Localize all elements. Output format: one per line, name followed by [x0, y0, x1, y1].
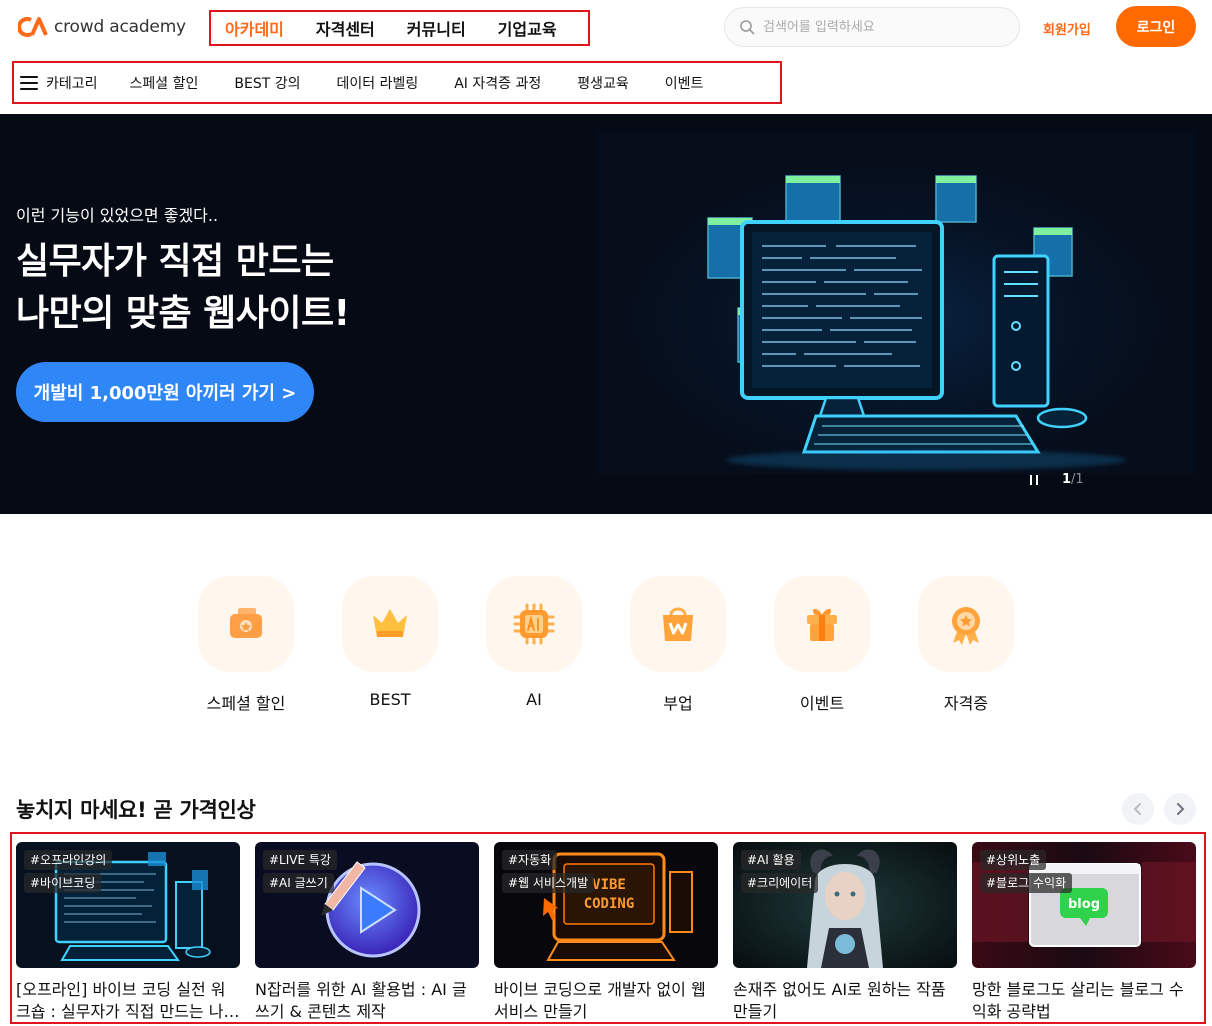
vibe-coding-text-2: CODING — [584, 896, 635, 912]
quick-menu-label: 부업 — [663, 694, 693, 713]
special-sale-icon — [230, 608, 262, 638]
crown-icon — [373, 609, 407, 637]
course-thumbnail: #LIVE 특강 #AI 글쓰기 — [255, 842, 479, 968]
search-icon — [740, 20, 755, 35]
category-menu-button[interactable]: 카테고리 — [20, 73, 98, 93]
course-card[interactable]: #LIVE 특강 #AI 글쓰기 N잡러를 위한 AI 활용법 : AI 글쓰기… — [255, 842, 479, 1023]
main-nav-community[interactable]: 커뮤니티 — [407, 16, 466, 40]
hero-title: 실무자가 직접 만드는 나만의 맞춤 웹사이트! — [16, 236, 350, 340]
course-tag: #LIVE 특강 — [263, 850, 337, 870]
course-card[interactable]: blog #상위노출 #블로그 수익화 망한 블로그도 살리는 블로그 수익화 … — [972, 842, 1196, 1023]
gift-icon — [807, 608, 837, 641]
course-thumbnail: #AI 활용 #크리에이터 — [733, 842, 957, 968]
course-card[interactable]: #AI 활용 #크리에이터 손재주 없어도 AI로 원하는 작품만들기 — [733, 842, 957, 1023]
quick-icon-wrap — [918, 576, 1014, 672]
course-tag: #웹 서비스개발 — [502, 873, 595, 893]
site-header: crowd academy 아카데미 자격센터 커뮤니티 기업교육 회원가입 로… — [0, 0, 1212, 114]
hamburger-icon — [20, 75, 38, 90]
badge-icon — [952, 607, 980, 645]
course-thumbnail: blog #상위노출 #블로그 수익화 — [972, 842, 1196, 968]
quick-menu-label: 이벤트 — [799, 694, 845, 713]
sub-nav-lifelong-education[interactable]: 평생교육 — [577, 73, 629, 93]
vibe-coding-text-1: VIBE — [592, 877, 626, 893]
chevron-right-icon — [1177, 803, 1185, 815]
quick-menu-label: 자격증 — [943, 694, 989, 713]
hero-computer-illustration — [596, 130, 1196, 474]
logo-text: crowd academy — [54, 17, 186, 37]
course-thumbnail: #오프라인강의 #바이브코딩 — [16, 842, 240, 968]
course-tag: #블로그 수익화 — [980, 873, 1073, 893]
hero-cta-button[interactable]: 개발비 1,000만원 아끼러 가기 > — [16, 362, 314, 422]
main-nav: 아카데미 자격센터 커뮤니티 기업교육 — [209, 10, 590, 46]
hero-pager-total: /1 — [1071, 472, 1084, 487]
search-input[interactable] — [763, 19, 993, 35]
quick-icon-wrap — [774, 576, 870, 672]
course-card[interactable]: #오프라인강의 #바이브코딩 [오프라인] 바이브 코딩 실전 워크숍 : 실무… — [16, 842, 240, 1023]
sub-nav-ai-certificate[interactable]: AI 자격증 과정 — [454, 73, 541, 93]
hero-controls: 1/1 — [1028, 472, 1084, 487]
carousel-prev-button[interactable] — [1122, 793, 1154, 825]
course-title: [오프라인] 바이브 코딩 실전 워크숍 : 실무자가 직접 만드는 나만의 맞… — [16, 980, 239, 1021]
course-tag: #크리에이터 — [741, 873, 819, 893]
hero-title-line-2: 나만의 맞춤 웹사이트! — [16, 293, 350, 334]
quick-menu-label: BEST — [369, 690, 411, 709]
course-tag: #상위노출 — [980, 850, 1047, 870]
course-title: 손재주 없어도 AI로 원하는 작품만들기 — [733, 980, 946, 1021]
quick-icon-wrap — [342, 576, 438, 672]
pause-icon[interactable] — [1028, 474, 1040, 486]
quick-icon-wrap — [486, 576, 582, 672]
page: crowd academy 아카데미 자격센터 커뮤니티 기업교육 회원가입 로… — [0, 0, 1212, 1026]
signup-link[interactable]: 회원가입 — [1043, 19, 1091, 38]
quick-menu-event[interactable]: 이벤트 — [774, 576, 870, 714]
quick-menu-label: AI — [526, 690, 542, 709]
course-title: 망한 블로그도 살리는 블로그 수익화 공략법 — [972, 980, 1184, 1021]
shopping-bag-icon — [663, 607, 693, 641]
course-carousel: #오프라인강의 #바이브코딩 [오프라인] 바이브 코딩 실전 워크숍 : 실무… — [10, 832, 1206, 1024]
course-title: 바이브 코딩으로 개발자 없이 웹서비스 만들기 — [494, 980, 706, 1021]
sub-nav-data-labeling[interactable]: 데이터 라벨링 — [337, 73, 419, 93]
main-nav-enterprise[interactable]: 기업교육 — [498, 16, 557, 40]
quick-menu: 스페셜 할인 BEST AI 부업 이벤트 자격증 — [0, 576, 1212, 716]
login-button[interactable]: 로그인 — [1116, 6, 1196, 47]
quick-menu-special-sale[interactable]: 스페셜 할인 — [198, 576, 294, 714]
ai-chip-icon — [513, 603, 555, 645]
logo-mark-icon — [18, 17, 48, 37]
carousel-next-button[interactable] — [1164, 793, 1196, 825]
quick-menu-best[interactable]: BEST — [342, 576, 438, 709]
sub-nav-best[interactable]: BEST 강의 — [234, 73, 300, 93]
course-tag: #오프라인강의 — [24, 850, 113, 870]
quick-menu-label: 스페셜 할인 — [206, 694, 286, 713]
course-tag: #AI 글쓰기 — [263, 873, 334, 893]
section-title: 놓치지 마세요! 곧 가격인상 — [16, 798, 256, 822]
hero-title-line-1: 실무자가 직접 만드는 — [16, 241, 334, 282]
hero-pager-current: 1 — [1062, 472, 1072, 487]
hero-eyebrow: 이런 기능이 있었으면 좋겠다.. — [16, 206, 219, 225]
quick-icon-wrap — [630, 576, 726, 672]
course-tag: #AI 활용 — [741, 850, 801, 870]
hero-pager: 1/1 — [1062, 472, 1084, 487]
hero-banner[interactable]: 이런 기능이 있었으면 좋겠다.. 실무자가 직접 만드는 나만의 맞춤 웹사이… — [0, 114, 1212, 514]
chevron-left-icon — [1133, 803, 1141, 815]
sub-nav-event[interactable]: 이벤트 — [665, 73, 704, 93]
course-card[interactable]: VIBE CODING #자동화 #웹 서비스개발 바이브 코딩으로 개발자 없… — [494, 842, 718, 1023]
main-nav-certification[interactable]: 자격센터 — [316, 16, 375, 40]
course-title: N잡러를 위한 AI 활용법 : AI 글쓰기 & 콘텐츠 제작 — [255, 980, 467, 1021]
course-tag: #바이브코딩 — [24, 873, 102, 893]
quick-menu-ai[interactable]: AI — [486, 576, 582, 709]
blog-badge-text: blog — [1068, 897, 1100, 912]
category-label: 카테고리 — [46, 75, 98, 92]
quick-menu-certificate[interactable]: 자격증 — [918, 576, 1014, 714]
quick-icon-wrap — [198, 576, 294, 672]
main-nav-academy[interactable]: 아카데미 — [225, 16, 284, 40]
course-tag: #자동화 — [502, 850, 558, 870]
logo[interactable]: crowd academy — [18, 14, 186, 40]
sub-nav: 카테고리 스페셜 할인 BEST 강의 데이터 라벨링 AI 자격증 과정 평생… — [12, 61, 782, 104]
course-thumbnail: VIBE CODING #자동화 #웹 서비스개발 — [494, 842, 718, 968]
quick-menu-side-job[interactable]: 부업 — [630, 576, 726, 714]
sub-nav-special-sale[interactable]: 스페셜 할인 — [130, 73, 199, 93]
search-box — [724, 7, 1020, 47]
